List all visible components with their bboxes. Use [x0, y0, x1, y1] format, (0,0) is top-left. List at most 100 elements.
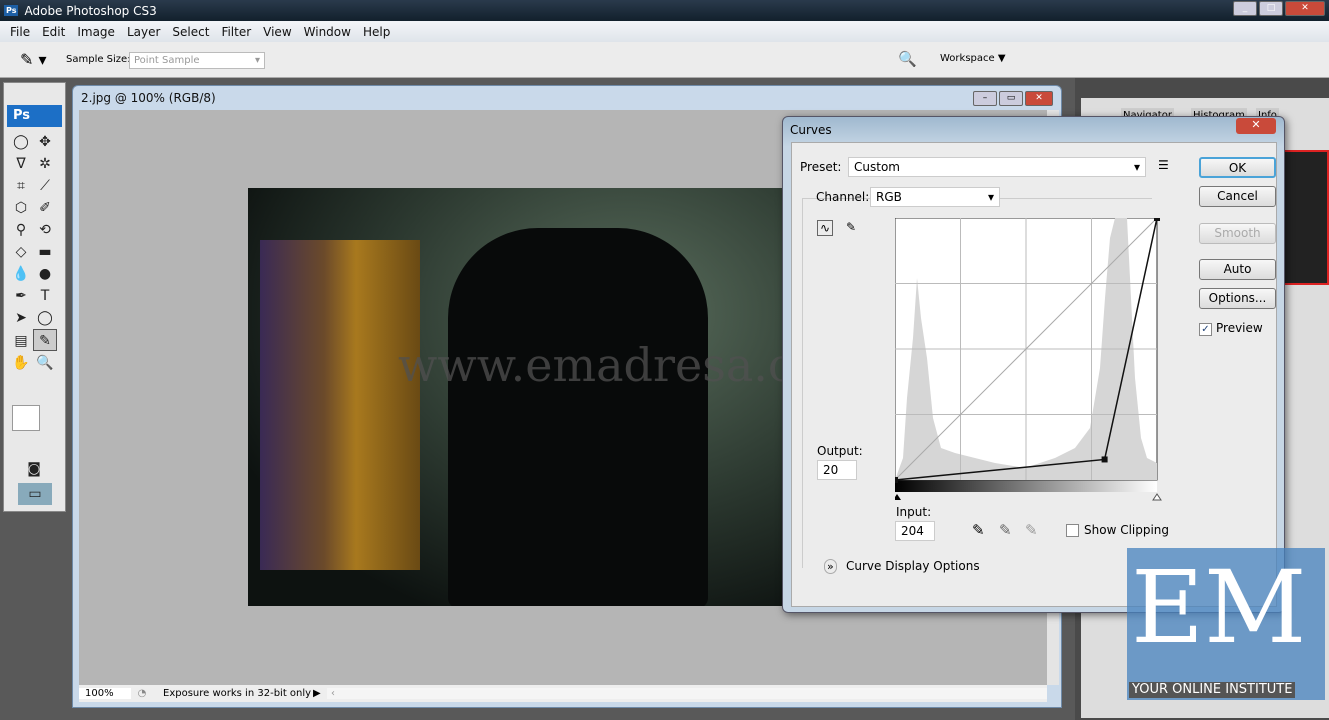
channel-label: Channel: [816, 190, 870, 204]
eraser-tool-icon[interactable]: ◇ [9, 241, 33, 263]
white-point-slider [1152, 493, 1162, 501]
gradient-tool-icon[interactable]: ▬ [33, 241, 57, 263]
black-eyedropper-icon[interactable]: ✎ [972, 521, 985, 539]
auto-button[interactable]: Auto [1199, 259, 1276, 280]
input-label: Input: [896, 505, 932, 519]
menu-bar: File Edit Image Layer Select Filter View… [0, 21, 1329, 42]
show-clipping-label: Show Clipping [1084, 523, 1170, 537]
photoshop-logo-icon: Ps [4, 5, 19, 16]
menu-window[interactable]: Window [298, 25, 357, 39]
lasso-tool-icon[interactable]: ᐁ [9, 153, 33, 175]
menu-view[interactable]: View [257, 25, 297, 39]
watermark-text: www.emadresa.com [398, 338, 788, 392]
window-controls: _ □ ✕ [1233, 1, 1325, 16]
horizontal-scrollbar[interactable]: ‹ [327, 688, 1047, 699]
curves-title: Curves [790, 123, 832, 137]
menu-edit[interactable]: Edit [36, 25, 71, 39]
workspace-button[interactable]: Workspace ▼ [940, 53, 1006, 64]
curves-close-button[interactable]: ✕ [1236, 118, 1276, 134]
input-gradient-bar [895, 480, 1157, 492]
menu-file[interactable]: File [4, 25, 36, 39]
file-browser-icon[interactable]: 🔍 [898, 50, 917, 68]
zoom-level[interactable]: 100% [79, 688, 131, 699]
blur-tool-icon[interactable]: 💧 [9, 263, 33, 285]
curves-body: Preset: Custom ▾ ☰ Channel: RGB ▾ ∿ ✎ Outp… [791, 142, 1277, 607]
crop-tool-icon[interactable]: ⌗ [9, 175, 33, 197]
minimize-button[interactable]: _ [1233, 1, 1257, 16]
doc-minimize-button[interactable]: – [973, 91, 997, 106]
preset-label: Preset: [800, 160, 842, 174]
zoom-tool-icon[interactable]: 🔍 [33, 352, 57, 374]
slice-tool-icon[interactable]: ⟋ [33, 175, 57, 197]
screen-mode-icon[interactable]: ▭ [18, 483, 52, 505]
menu-layer[interactable]: Layer [121, 25, 166, 39]
status-icon: ◔ [137, 688, 147, 699]
curve-point-tool-icon[interactable]: ∿ [817, 220, 834, 236]
eyedropper-tool-icon[interactable]: ✎ [33, 329, 57, 351]
status-text: Exposure works in 32-bit only [163, 688, 312, 699]
notes-tool-icon[interactable]: ▤ [9, 330, 33, 352]
navigator-preview [1281, 150, 1329, 285]
close-button[interactable]: ✕ [1285, 1, 1325, 16]
dodge-tool-icon[interactable]: ● [33, 263, 57, 285]
brush-tool-icon[interactable]: ✐ [33, 197, 57, 219]
menu-select[interactable]: Select [166, 25, 215, 39]
brand-logo-text: EM [1131, 549, 1307, 666]
gray-eyedropper-icon[interactable]: ✎ [999, 521, 1012, 539]
doc-restore-button[interactable]: ▭ [999, 91, 1023, 106]
menu-image[interactable]: Image [71, 25, 121, 39]
move-tool-icon[interactable]: ✥ [33, 131, 57, 153]
quick-mask-icon[interactable]: ◙ [22, 458, 46, 480]
shape-tool-icon[interactable]: ◯ [33, 307, 57, 329]
options-button[interactable]: Options... [1199, 288, 1276, 309]
hand-tool-icon[interactable]: ✋ [9, 352, 33, 374]
marquee-tool-icon[interactable]: ◯ [9, 131, 33, 153]
preview-checkbox[interactable]: ✓ [1199, 323, 1212, 336]
options-bar: ✎ ▾ Sample Size: Point Sample ▾ 🔍 Workspa… [0, 42, 1329, 78]
menu-filter[interactable]: Filter [215, 25, 257, 39]
menu-help[interactable]: Help [357, 25, 396, 39]
photo-door [260, 240, 420, 570]
cancel-button[interactable]: Cancel [1199, 186, 1276, 207]
pen-tool-icon[interactable]: ✒ [9, 285, 33, 307]
preview-label: Preview [1216, 321, 1263, 335]
photo-image: www.emadresa.com [248, 188, 788, 606]
preset-select[interactable]: Custom ▾ [848, 157, 1146, 177]
curve-control-point[interactable] [1101, 456, 1108, 463]
input-field[interactable]: 204 [895, 521, 935, 541]
stamp-tool-icon[interactable]: ⚲ [9, 219, 33, 241]
curve-control-point[interactable] [895, 477, 898, 483]
history-brush-icon[interactable]: ⟲ [33, 219, 57, 241]
path-selection-icon[interactable]: ➤ [9, 307, 33, 329]
pencil-tool-icon[interactable]: ✎ [846, 220, 856, 234]
curve-display-options-label[interactable]: Curve Display Options [846, 559, 980, 573]
output-label: Output: [817, 444, 863, 458]
toolbox: Ps ◯ ✥ ᐁ ✲ ⌗ ⟋ ⬡ ✐ ⚲ ⟲ ◇ ▬ 💧 ● ✒ T ➤ ◯ ▤ ✎ ✋ 🔍 ◙ ▭ [3, 82, 66, 512]
expand-display-options-icon[interactable]: » [824, 559, 837, 574]
type-tool-icon[interactable]: T [33, 285, 57, 307]
status-menu-arrow-icon[interactable]: ▶ [313, 688, 327, 699]
app-title: Adobe Photoshop CS3 [24, 3, 157, 18]
smooth-button[interactable]: Smooth [1199, 223, 1276, 244]
sample-size-select[interactable]: Point Sample ▾ [129, 52, 265, 69]
ok-button[interactable]: OK [1199, 157, 1276, 178]
eyedropper-tool-preset-icon[interactable]: ✎ ▾ [20, 50, 47, 69]
app-title-bar: Ps Adobe Photoshop CS3 _ □ ✕ [0, 0, 1329, 21]
document-window-controls: – ▭ ✕ [973, 91, 1053, 106]
foreground-color-swatch[interactable] [12, 405, 40, 431]
channel-select[interactable]: RGB ▾ [870, 187, 1000, 207]
curves-graph[interactable] [895, 218, 1175, 518]
toolbox-logo: Ps [7, 105, 62, 127]
brand-logo: EM YOUR ONLINE INSTITUTE [1127, 548, 1325, 700]
output-field[interactable]: 20 [817, 460, 857, 480]
curve-control-point[interactable] [1154, 218, 1160, 221]
preset-value: Custom [854, 160, 900, 174]
maximize-button[interactable]: □ [1259, 1, 1283, 16]
white-eyedropper-icon[interactable]: ✎ [1025, 521, 1038, 539]
show-clipping-checkbox[interactable] [1066, 524, 1079, 537]
preset-options-icon[interactable]: ☰ [1158, 158, 1169, 172]
magic-wand-tool-icon[interactable]: ✲ [33, 153, 57, 175]
healing-tool-icon[interactable]: ⬡ [9, 197, 33, 219]
doc-close-button[interactable]: ✕ [1025, 91, 1053, 106]
document-title: 2.jpg @ 100% (RGB/8) [81, 91, 216, 105]
